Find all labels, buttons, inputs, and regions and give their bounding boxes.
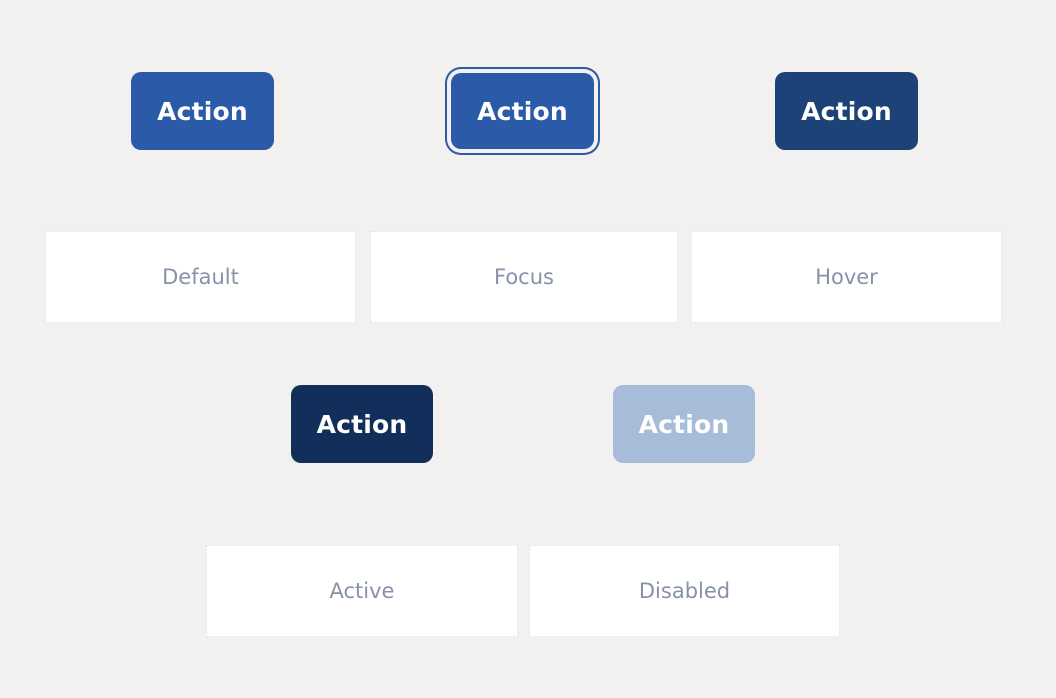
caption-card-active: Active bbox=[206, 545, 518, 637]
caption-label-hover: Hover bbox=[815, 264, 878, 289]
action-button-default-label: Action bbox=[157, 96, 248, 126]
caption-label-disabled: Disabled bbox=[638, 578, 731, 603]
caption-card-default: Default bbox=[45, 231, 356, 323]
action-button-default[interactable]: Action bbox=[131, 72, 274, 150]
action-button-active-label: Action bbox=[316, 409, 408, 439]
action-button-hover[interactable]: Action bbox=[775, 72, 918, 150]
action-button-focus-label: Action bbox=[477, 96, 568, 126]
caption-label-focus: Focus bbox=[494, 264, 554, 289]
action-button-disabled: Action bbox=[613, 385, 755, 463]
button-state-specimen: Action Action Action Default Focus Hover… bbox=[0, 0, 1056, 698]
caption-card-hover: Hover bbox=[691, 231, 1002, 323]
action-button-disabled-label: Action bbox=[638, 409, 730, 439]
action-button-active[interactable]: Action bbox=[291, 385, 433, 463]
caption-card-disabled: Disabled bbox=[529, 545, 840, 637]
caption-label-active: Active bbox=[329, 578, 395, 603]
action-button-hover-label: Action bbox=[801, 96, 892, 126]
action-button-focus[interactable]: Action bbox=[451, 73, 594, 149]
caption-label-default: Default bbox=[162, 264, 239, 289]
caption-card-focus: Focus bbox=[370, 231, 678, 323]
